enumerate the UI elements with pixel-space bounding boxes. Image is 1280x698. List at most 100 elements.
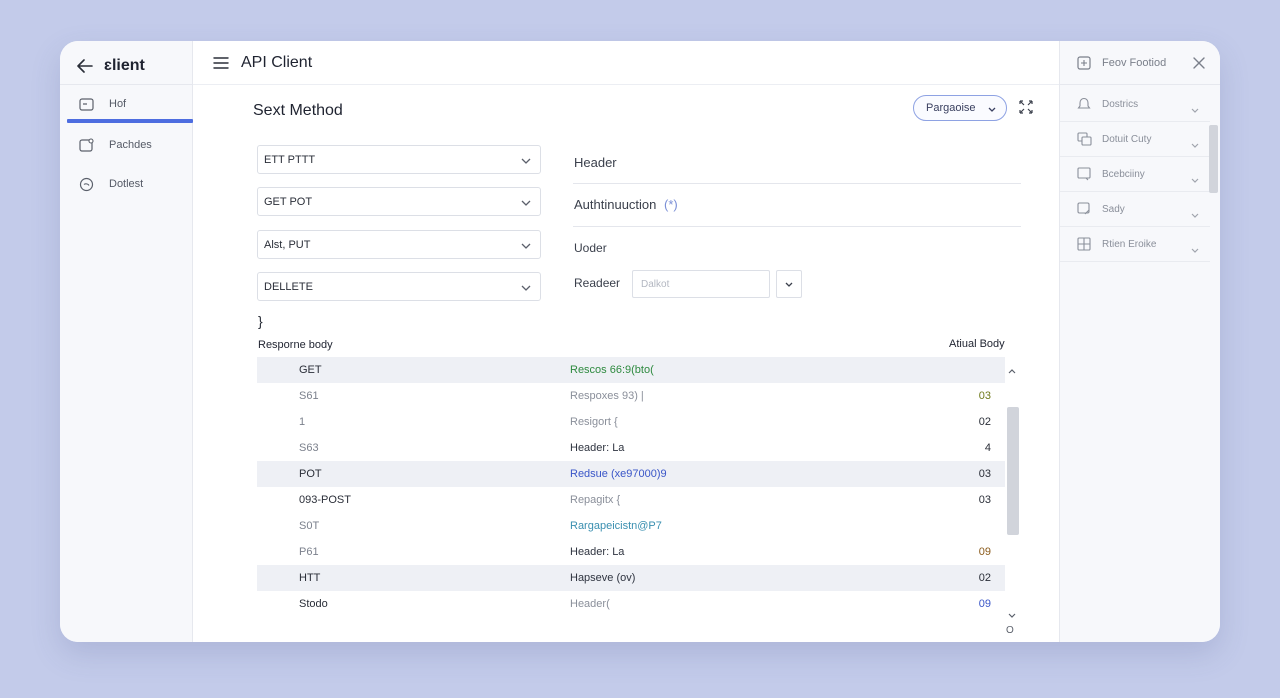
right-panel-item-dotuit-cuty[interactable]: Dotuit Cuty [1060, 122, 1210, 157]
back-arrow-icon[interactable] [76, 57, 94, 75]
table-row[interactable]: S61 Respoxes 93) | 03 [257, 383, 1005, 409]
auth-label[interactable]: Authtinuuction (*) [574, 197, 678, 212]
right-panel-scrollbar[interactable] [1209, 125, 1218, 193]
table-row[interactable]: POT Redsue (xe97000)9 03 [257, 461, 1005, 487]
row-method: S0T [299, 520, 320, 532]
reader-label: Readeer [574, 276, 621, 290]
method-select-1[interactable]: ETT PTTT [257, 145, 541, 174]
sidebar-item-pachdes[interactable]: Pachdes [78, 134, 152, 156]
chevron-down-icon [1191, 101, 1199, 119]
table-row[interactable]: 093-POST Repagitx { 03 [257, 487, 1005, 513]
row-code: 09 [978, 598, 991, 610]
method-select-value: Alst, PUT [264, 238, 311, 251]
sidebar-item-dotlest[interactable]: Dotlest [78, 173, 143, 195]
row-body: Respoxes 93) | [570, 390, 644, 402]
sidebar: ɛlient Hof Pachdes Dotlest [60, 41, 193, 642]
row-method: 1 [299, 416, 306, 428]
section-title: Sext Method [253, 102, 343, 119]
sidebar-item-hof[interactable]: Hof [78, 93, 126, 115]
row-body: Header: La [570, 442, 625, 454]
sidebar-divider [60, 84, 193, 85]
row-code: 09 [978, 546, 991, 558]
sidebar-item-label: Dotlest [109, 178, 144, 190]
sidebar-header: ɛlient [76, 55, 145, 77]
divider [573, 183, 1021, 184]
row-code: 02 [978, 416, 991, 428]
right-panel-title: Feov Footiod [1102, 57, 1167, 69]
edit-icon [1077, 202, 1091, 221]
right-panel-item-dostrics[interactable]: Dostrics [1060, 87, 1210, 122]
chevron-down-icon [1191, 136, 1199, 154]
row-code: 03 [978, 468, 991, 480]
table-scrollbar[interactable] [1005, 357, 1019, 617]
scrollbar-thumb[interactable] [1007, 407, 1019, 535]
row-body: Rescos 66:9(bto( [570, 364, 654, 376]
row-body: Header( [570, 598, 610, 610]
table-row[interactable]: HTT Hapseve (ov) 02 [257, 565, 1005, 591]
auth-hint: (*) [664, 197, 678, 212]
row-method: S61 [299, 390, 319, 402]
method-select-2[interactable]: GET POT [257, 187, 541, 216]
right-panel-item-label: Sady [1102, 204, 1125, 215]
scroll-up-icon[interactable] [1008, 361, 1016, 379]
row-code: 03 [978, 390, 991, 402]
right-panel-item-label: Bcebciiny [1102, 169, 1145, 180]
row-body: Header: La [570, 546, 625, 558]
globe-icon [78, 176, 94, 192]
hamburger-menu-icon[interactable] [213, 56, 229, 70]
row-method: S63 [299, 442, 319, 454]
reader-dropdown[interactable] [776, 270, 802, 298]
status-glyph: O [1006, 625, 1014, 636]
response-table: GET Rescos 66:9(bto( S61 Respoxes 93) | … [257, 357, 1005, 617]
chevron-down-icon [1191, 206, 1199, 224]
app-window: ɛlient Hof Pachdes Dotlest API Client Se… [60, 41, 1220, 642]
bell-icon [1077, 97, 1091, 116]
row-body: Redsue (xe97000)9 [570, 468, 667, 480]
chevron-down-icon [988, 104, 996, 116]
monitor-icon [1077, 167, 1091, 186]
reader-input[interactable]: Dalkot [632, 270, 770, 298]
scroll-down-icon[interactable] [1008, 606, 1016, 624]
table-row[interactable]: Stodo Header( 09 [257, 591, 1005, 617]
table-row[interactable]: 1 Resigort { 02 [257, 409, 1005, 435]
auth-label-text: Authtinuuction [574, 197, 657, 212]
row-method: GET [299, 364, 322, 376]
row-code: 02 [978, 572, 991, 584]
row-method: Stodo [299, 598, 328, 610]
right-panel-item-label: Dostrics [1102, 99, 1139, 110]
table-row[interactable]: S63 Header: La 4 [257, 435, 1005, 461]
purpose-button-label: Pargaoise [926, 102, 976, 114]
table-row[interactable]: S0T Rargapeicistn@P7 [257, 513, 1005, 539]
sidebar-item-label: Hof [109, 98, 127, 110]
row-code: 4 [984, 442, 991, 454]
chevron-down-icon [521, 198, 531, 210]
right-panel-item-label: Dotuit Cuty [1102, 134, 1152, 145]
right-panel-item-bcebciiny[interactable]: Bcebciiny [1060, 157, 1210, 192]
chevron-down-icon [521, 283, 531, 295]
right-panel-item-sady[interactable]: Sady [1060, 192, 1210, 227]
folder-icon [78, 96, 94, 112]
table-row[interactable]: GET Rescos 66:9(bto( [257, 357, 1005, 383]
method-select-3[interactable]: Alst, PUT [257, 230, 541, 259]
row-method: 093-POST [299, 494, 351, 506]
chevron-down-icon [785, 275, 793, 293]
right-panel: Feov Footiod Dostrics Dotuit Cuty Bcebci… [1059, 41, 1220, 642]
chevron-down-icon [1191, 241, 1199, 259]
chevron-down-icon [521, 241, 531, 253]
close-icon[interactable] [1193, 56, 1205, 74]
purpose-dropdown-button[interactable]: Pargaoise [913, 95, 1007, 121]
expand-icon[interactable] [1018, 99, 1034, 115]
package-icon [78, 137, 94, 153]
header-label: Header [574, 155, 617, 170]
method-select-4[interactable]: DELLETE [257, 272, 541, 301]
sidebar-item-label: Pachdes [109, 139, 152, 151]
response-body-label: Resporne body [258, 339, 333, 351]
table-row[interactable]: P61 Header: La 09 [257, 539, 1005, 565]
row-code: 03 [978, 494, 991, 506]
grid-icon [1077, 237, 1091, 256]
right-panel-item-rtien-eroike[interactable]: Rtien Eroike [1060, 227, 1210, 262]
row-body: Resigort { [570, 416, 618, 428]
sidebar-title: ɛlient [104, 57, 145, 74]
active-indicator [67, 119, 193, 123]
row-method: POT [299, 468, 322, 480]
